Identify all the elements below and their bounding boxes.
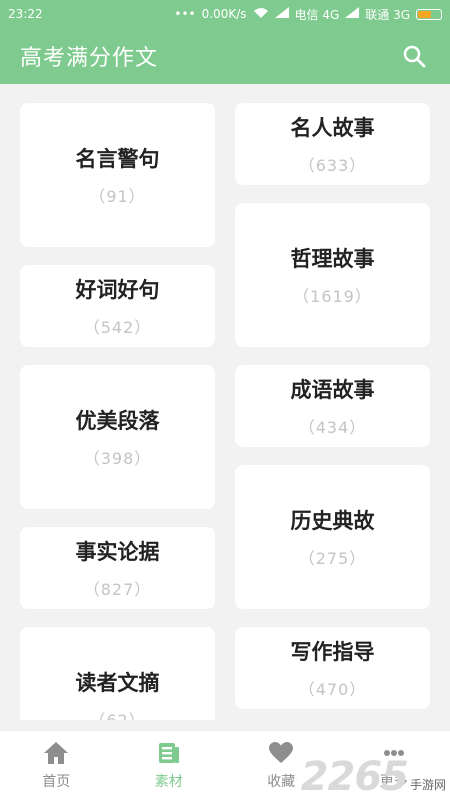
signal-icon <box>275 7 289 21</box>
tab-favorites[interactable]: 收藏 <box>225 731 338 801</box>
card-title: 成语故事 <box>291 374 375 404</box>
card-优美段落[interactable]: 优美段落 398 <box>20 365 215 509</box>
card-title: 优美段落 <box>76 405 160 435</box>
card-title: 写作指导 <box>291 636 375 666</box>
card-count: 1619 <box>293 283 372 307</box>
wifi-icon <box>253 7 269 22</box>
category-grid: 名言警句 91 好词好句 542 优美段落 398 事实论据 827 读者文摘 … <box>0 84 450 720</box>
card-count: 91 <box>89 183 145 207</box>
card-count: 275 <box>299 545 367 569</box>
card-count: 434 <box>299 414 367 438</box>
card-写作指导[interactable]: 写作指导 470 <box>235 627 430 709</box>
material-icon <box>157 741 181 769</box>
tab-label: 收藏 <box>267 771 295 791</box>
card-count: 398 <box>84 445 152 469</box>
status-bar: 23:22 ••• 0.00K/s 电信 4G 联通 3G <box>0 0 450 28</box>
status-right: ••• 0.00K/s 电信 4G 联通 3G <box>174 6 442 23</box>
search-icon[interactable] <box>398 40 430 72</box>
heart-icon <box>268 741 294 769</box>
card-title: 事实论据 <box>76 536 160 566</box>
card-title: 读者文摘 <box>76 667 160 697</box>
tab-more[interactable]: 更多 <box>338 731 450 801</box>
carrier-2: 联通 3G <box>365 6 410 23</box>
more-icon <box>381 741 407 769</box>
card-title: 名言警句 <box>76 143 160 173</box>
tab-label: 素材 <box>155 771 183 791</box>
card-title: 好词好句 <box>76 274 160 304</box>
carrier-1: 电信 4G <box>295 6 340 23</box>
card-事实论据[interactable]: 事实论据 827 <box>20 527 215 609</box>
card-count: 62 <box>89 707 145 720</box>
card-count: 542 <box>84 314 152 338</box>
card-count: 633 <box>299 152 367 176</box>
tab-home[interactable]: 首页 <box>0 731 113 801</box>
card-title: 历史典故 <box>291 505 375 535</box>
bottom-nav: 首页 素材 收藏 更多 <box>0 730 450 801</box>
tab-material[interactable]: 素材 <box>113 731 226 801</box>
card-名人故事[interactable]: 名人故事 633 <box>235 103 430 185</box>
app-title: 高考满分作文 <box>20 40 158 72</box>
battery-icon <box>416 9 442 20</box>
dots-icon: ••• <box>174 7 195 21</box>
card-成语故事[interactable]: 成语故事 434 <box>235 365 430 447</box>
card-title: 哲理故事 <box>291 243 375 273</box>
status-time: 23:22 <box>8 7 43 21</box>
app-bar: 高考满分作文 <box>0 28 450 84</box>
card-好词好句[interactable]: 好词好句 542 <box>20 265 215 347</box>
card-名言警句[interactable]: 名言警句 91 <box>20 103 215 247</box>
signal-icon-2 <box>345 7 359 21</box>
card-读者文摘[interactable]: 读者文摘 62 <box>20 627 215 720</box>
card-title: 名人故事 <box>291 112 375 142</box>
network-speed: 0.00K/s <box>202 7 247 21</box>
tab-label: 首页 <box>42 771 70 791</box>
tab-label: 更多 <box>380 771 408 791</box>
card-哲理故事[interactable]: 哲理故事 1619 <box>235 203 430 347</box>
home-icon <box>43 741 69 769</box>
card-count: 827 <box>84 576 152 600</box>
card-count: 470 <box>299 676 367 700</box>
card-历史典故[interactable]: 历史典故 275 <box>235 465 430 609</box>
